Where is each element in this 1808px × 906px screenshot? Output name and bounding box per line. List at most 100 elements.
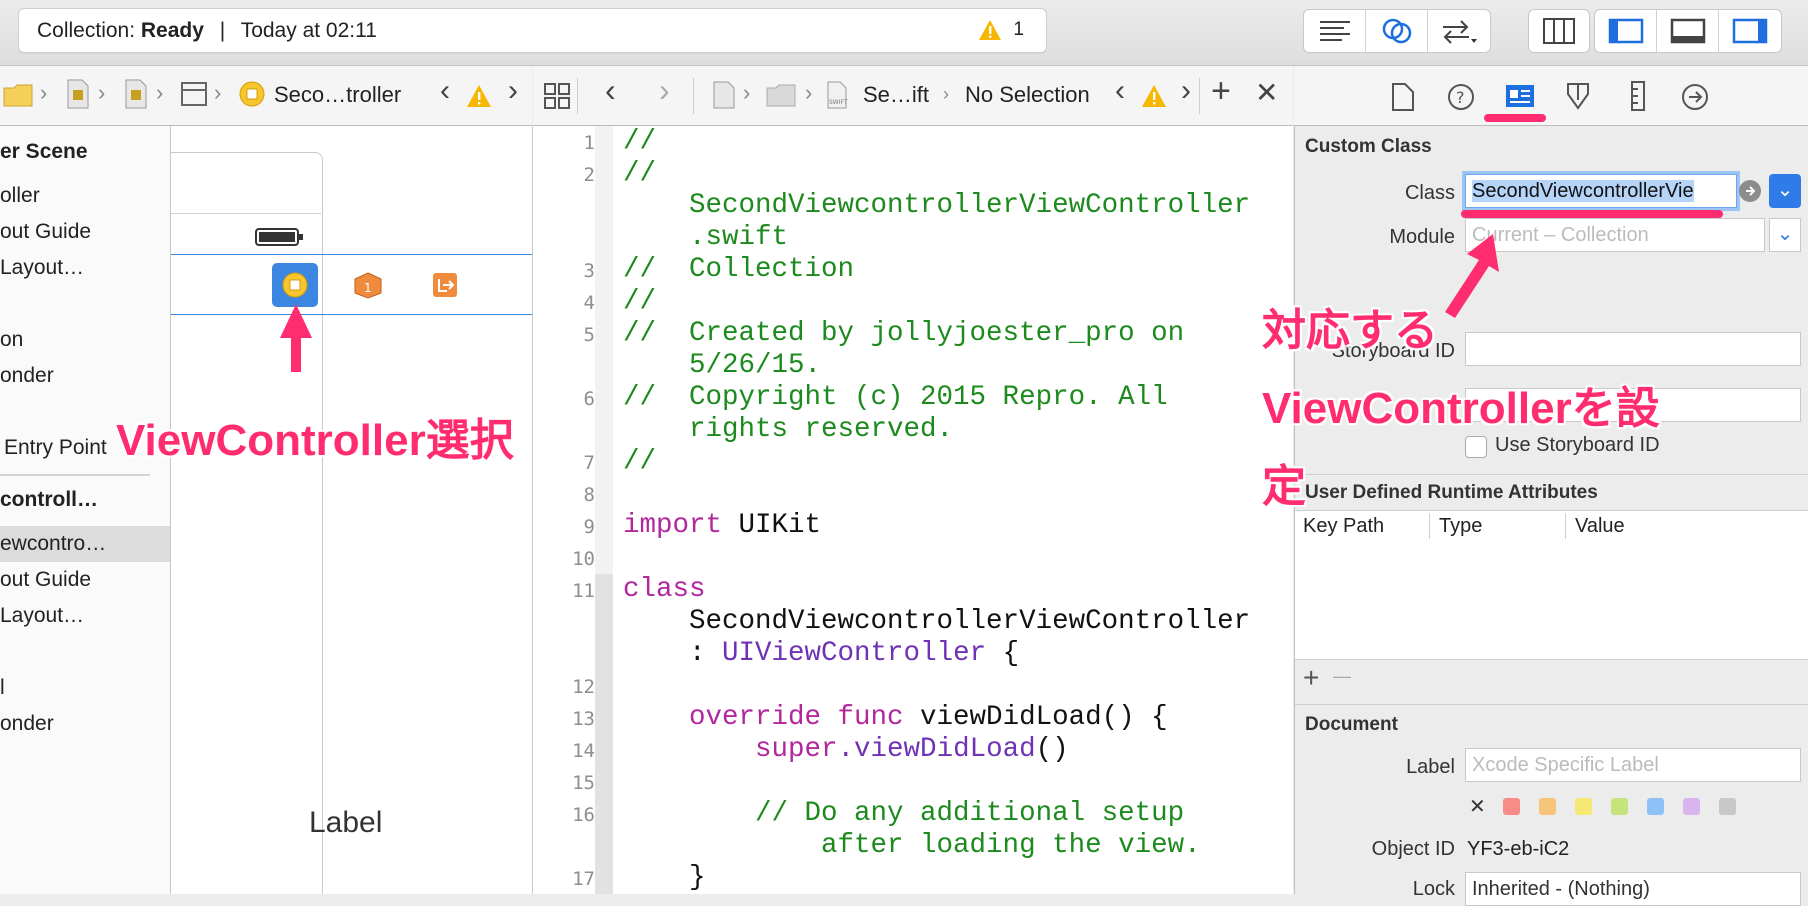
line-number: 1 <box>583 132 595 154</box>
next-issue-icon[interactable]: › <box>508 74 518 108</box>
use-storyboard-id-checkbox[interactable] <box>1465 436 1487 458</box>
outline-item[interactable]: controll… <box>0 488 98 512</box>
outline-item[interactable]: er Scene <box>0 140 88 164</box>
status-bar-divider <box>171 213 321 214</box>
line-number: 2 <box>583 164 595 186</box>
activity-status-bar: Collection: Ready | Today at 02:11 1 <box>18 8 1047 53</box>
storyboard-file-icon[interactable] <box>64 78 92 110</box>
breadcrumb-file[interactable]: Se…ift <box>863 82 929 108</box>
line-number: 10 <box>572 548 595 570</box>
outline-item[interactable]: out Guide <box>0 220 91 244</box>
section-divider <box>1295 704 1808 705</box>
annotation-right-line2: ViewControllerを設 <box>1262 384 1660 433</box>
identity-inspector-icon[interactable] <box>1504 82 1536 110</box>
storyboard-canvas[interactable]: 1 Label <box>171 126 533 894</box>
runtime-attributes-table[interactable]: Key Path Type Value <box>1295 510 1808 660</box>
swift-file-icon[interactable]: SWIFT <box>825 80 849 110</box>
document-label-label: Label <box>1406 756 1455 778</box>
first-responder-icon[interactable]: 1 <box>353 271 383 299</box>
column-header[interactable]: Type <box>1439 515 1482 538</box>
fold-region[interactable] <box>595 574 613 894</box>
clear-color-icon[interactable]: ✕ <box>1469 794 1486 819</box>
prev-issue-icon[interactable]: ‹ <box>1115 74 1125 108</box>
breadcrumb-chevron: › <box>156 80 164 105</box>
folder-icon[interactable] <box>765 82 797 108</box>
prev-issue-icon[interactable]: ‹ <box>440 74 450 108</box>
object-id-value: YF3-eb-iC2 <box>1467 838 1570 860</box>
outline-item[interactable]: out Guide <box>0 568 91 592</box>
code-line: SecondViewcontrollerViewController <box>623 190 1251 221</box>
code-editor[interactable]: // // SecondViewcontrollerViewController… <box>613 126 1293 894</box>
view-controller-icon[interactable] <box>281 271 309 299</box>
outline-item[interactable]: l <box>0 676 5 700</box>
code-token: () <box>1035 734 1069 765</box>
object-library-button[interactable] <box>1529 10 1589 52</box>
folder-icon[interactable] <box>2 80 36 110</box>
size-inspector-icon[interactable] <box>1628 80 1648 112</box>
exit-icon[interactable] <box>431 271 459 299</box>
scene-icon[interactable] <box>180 81 208 107</box>
class-field[interactable]: SecondViewcontrollerVie <box>1465 174 1737 208</box>
related-items-icon[interactable] <box>543 82 571 110</box>
connections-inspector-icon[interactable] <box>1680 82 1710 112</box>
color-swatch-gray[interactable] <box>1719 798 1736 815</box>
add-editor-icon[interactable]: + <box>1211 72 1231 111</box>
code-folding-ribbon[interactable] <box>595 126 613 894</box>
warning-icon[interactable] <box>1141 84 1167 108</box>
outline-item[interactable]: Layout… <box>0 256 84 280</box>
warning-icon[interactable] <box>466 84 492 108</box>
color-swatch-orange[interactable] <box>1539 798 1556 815</box>
label-color-picker[interactable]: ✕ <box>1465 796 1805 818</box>
breadcrumb-selection[interactable]: No Selection <box>965 82 1090 108</box>
color-swatch-yellow[interactable] <box>1575 798 1592 815</box>
outline-item[interactable]: onder <box>0 364 54 388</box>
color-swatch-green[interactable] <box>1611 798 1628 815</box>
outline-item[interactable]: Entry Point <box>4 436 107 460</box>
line-number: 15 <box>572 772 595 794</box>
toggle-navigator-button[interactable] <box>1595 10 1657 52</box>
back-icon[interactable]: ‹ <box>605 72 616 109</box>
outline-item-selected[interactable]: ewcontro… <box>0 532 106 556</box>
project-icon[interactable] <box>711 80 737 110</box>
document-label-field[interactable]: Xcode Specific Label <box>1465 748 1801 782</box>
outline-item[interactable]: on <box>0 328 23 352</box>
line-number: 9 <box>583 516 595 538</box>
go-to-class-icon[interactable] <box>1737 178 1763 204</box>
attributes-inspector-icon[interactable] <box>1564 80 1592 112</box>
color-swatch-purple[interactable] <box>1683 798 1700 815</box>
forward-icon[interactable]: › <box>659 72 670 109</box>
add-attribute-button[interactable]: + <box>1303 662 1319 694</box>
outline-item[interactable]: oller <box>0 184 40 208</box>
label-view[interactable]: Label <box>309 806 382 840</box>
close-editor-icon[interactable]: ✕ <box>1255 76 1278 109</box>
storyboard-file-icon[interactable] <box>122 78 150 110</box>
color-swatch-blue[interactable] <box>1647 798 1664 815</box>
lock-popup[interactable]: Inherited - (Nothing) <box>1465 872 1801 906</box>
divider <box>693 78 694 114</box>
file-inspector-icon[interactable] <box>1390 82 1416 112</box>
warning-icon[interactable] <box>978 19 1002 41</box>
toggle-debug-area-button[interactable] <box>1657 10 1719 52</box>
module-dropdown-button[interactable]: ⌄ <box>1769 218 1801 252</box>
class-dropdown-button[interactable]: ⌄ <box>1769 174 1801 208</box>
toggle-utilities-button[interactable] <box>1719 10 1781 52</box>
assistant-editor-icon <box>1382 18 1411 44</box>
assistant-editor-button[interactable] <box>1366 10 1428 52</box>
status-separator: | <box>219 19 226 42</box>
standard-editor-button[interactable] <box>1304 10 1366 52</box>
next-issue-icon[interactable]: › <box>1181 74 1191 108</box>
column-header[interactable]: Value <box>1575 515 1625 538</box>
column-header[interactable]: Key Path <box>1303 515 1384 538</box>
remove-attribute-button[interactable]: — <box>1333 666 1351 687</box>
outline-item[interactable]: Layout… <box>0 604 84 628</box>
breadcrumb-current[interactable]: Seco…troller <box>274 82 401 108</box>
outline-item[interactable]: onder <box>0 712 54 736</box>
lock-label: Lock <box>1412 878 1455 900</box>
color-swatch-red[interactable] <box>1503 798 1520 815</box>
view-controller-icon[interactable] <box>238 80 266 108</box>
version-editor-button[interactable] <box>1428 10 1490 52</box>
module-field[interactable]: Current – Collection <box>1465 218 1765 252</box>
quick-help-icon[interactable]: ? <box>1446 82 1476 112</box>
annotation-arrow <box>1445 234 1499 318</box>
storyboard-id-field[interactable] <box>1465 332 1801 366</box>
